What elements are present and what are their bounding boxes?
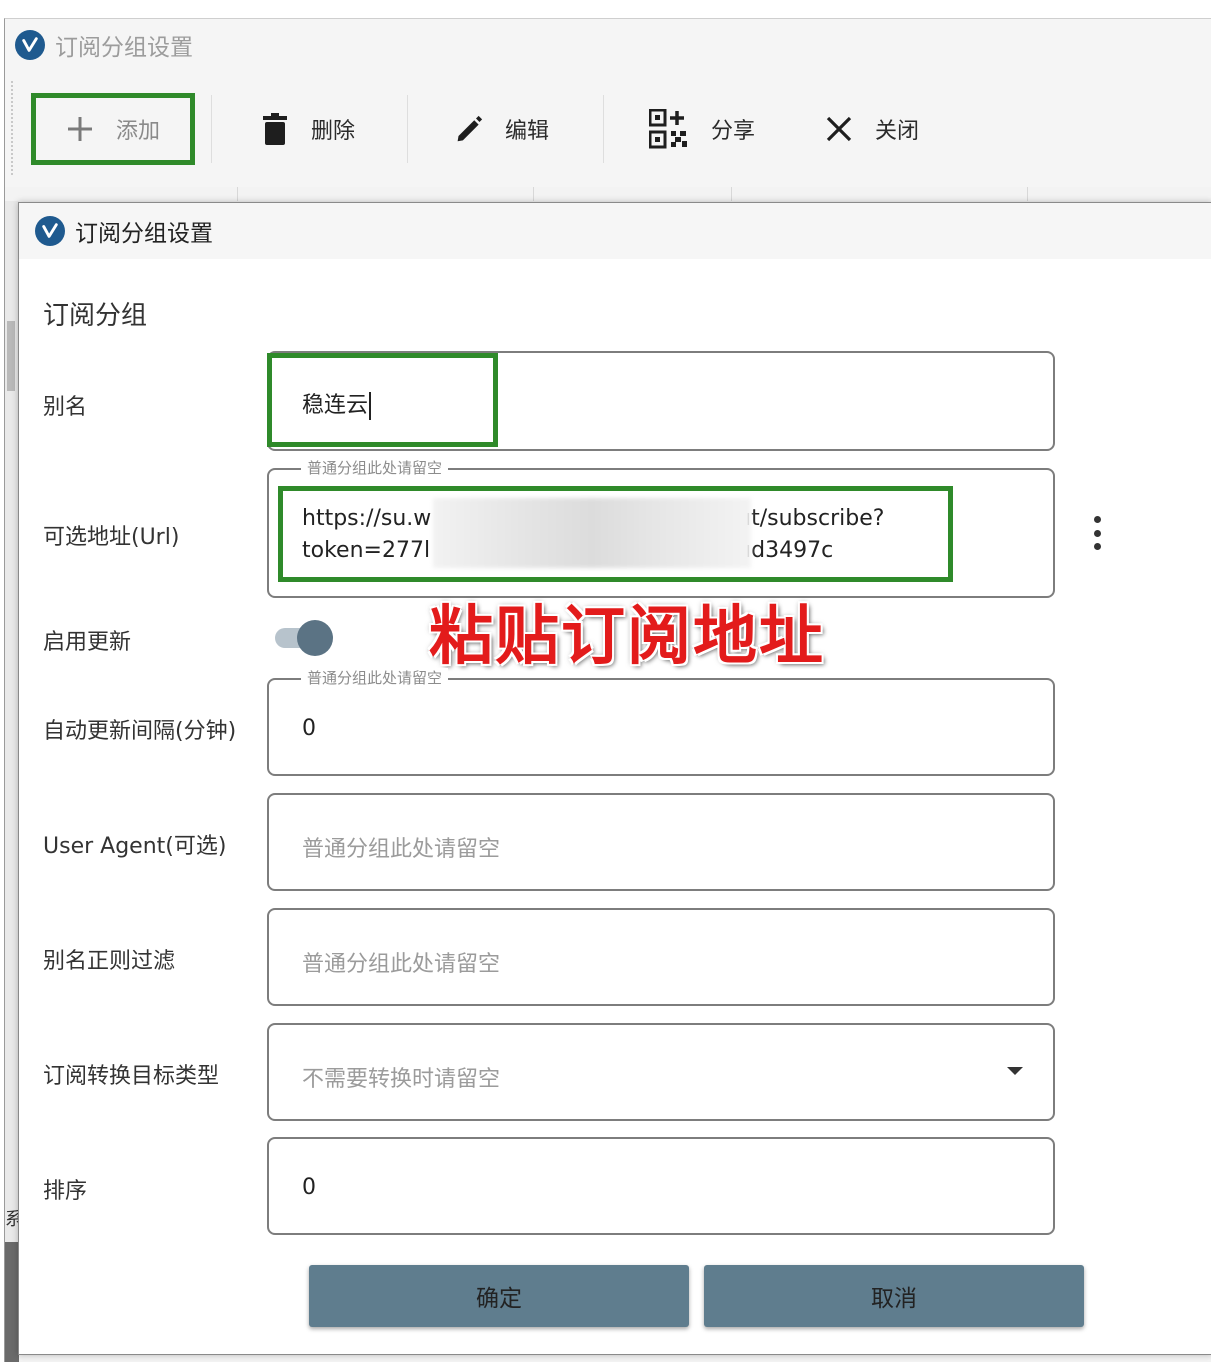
toolbar-separator <box>603 95 604 163</box>
alias-label: 别名 <box>43 395 88 420</box>
url-label: 可选地址(Url) <box>43 525 180 550</box>
dialog-titlebar: 订阅分组设置 <box>19 203 1211 259</box>
qr-add-icon <box>649 109 689 149</box>
alias-filter-input[interactable]: 普通分组此处请留空 <box>267 908 1055 1006</box>
dropdown-arrow-icon <box>1007 1067 1023 1075</box>
cancel-button[interactable]: 取消 <box>704 1265 1084 1327</box>
app-logo-icon <box>35 216 65 246</box>
alias-filter-label: 别名正则过滤 <box>43 949 176 974</box>
add-button[interactable]: 添加 <box>31 93 195 165</box>
toolbar-separator <box>211 95 212 163</box>
user-agent-input[interactable]: 普通分组此处请留空 <box>267 793 1055 891</box>
more-vert-icon[interactable] <box>1091 516 1103 550</box>
background-scrollbar-thumb[interactable] <box>7 321 15 391</box>
ok-button[interactable]: 确定 <box>309 1265 689 1327</box>
edit-button-label: 编辑 <box>505 119 550 144</box>
trash-icon <box>261 113 289 145</box>
update-interval-label: 自动更新间隔(分钟) <box>43 719 237 744</box>
delete-button[interactable]: 删除 <box>261 93 355 165</box>
sort-input[interactable]: 0 <box>267 1137 1055 1235</box>
close-button-label: 关闭 <box>875 119 920 144</box>
user-agent-label: User Agent(可选) <box>43 834 227 859</box>
share-button[interactable]: 分享 <box>649 93 755 165</box>
toolbar-separator <box>407 95 408 163</box>
convert-target-select[interactable]: 不需要转换时请留空 <box>267 1023 1055 1121</box>
background-panel <box>5 1242 19 1362</box>
pencil-icon <box>455 115 483 143</box>
convert-target-label: 订阅转换目标类型 <box>43 1064 220 1089</box>
convert-target-placeholder: 不需要转换时请留空 <box>302 1067 501 1092</box>
main-window-titlebar: 订阅分组设置 <box>5 19 1211 71</box>
close-button[interactable]: 关闭 <box>825 93 919 165</box>
annotation-caption: 粘贴订阅地址 <box>429 600 825 674</box>
update-interval-legend: 普通分组此处请留空 <box>301 668 449 688</box>
update-interval-value: 0 <box>302 716 316 741</box>
alias-highlight-box <box>267 353 498 447</box>
dialog-title: 订阅分组设置 <box>75 221 213 247</box>
toolbar: 添加 删除 编辑 分享 关闭 <box>5 71 1211 188</box>
alias-filter-placeholder: 普通分组此处请留空 <box>302 952 501 977</box>
plus-icon <box>66 115 94 143</box>
update-interval-input[interactable]: 普通分组此处请留空 0 <box>267 668 1055 776</box>
enable-update-label: 启用更新 <box>43 630 132 655</box>
edit-button[interactable]: 编辑 <box>455 93 549 165</box>
toggle-knob <box>297 620 333 656</box>
delete-button-label: 删除 <box>311 119 356 144</box>
url-legend: 普通分组此处请留空 <box>301 458 449 478</box>
app-logo-icon <box>15 30 45 60</box>
background-list-edge: 系 <box>5 201 23 1362</box>
add-button-label: 添加 <box>115 119 160 144</box>
share-button-label: 分享 <box>711 119 756 144</box>
toolbar-grip[interactable] <box>11 81 13 175</box>
main-window-title: 订阅分组设置 <box>55 35 193 61</box>
enable-update-toggle[interactable] <box>271 620 333 656</box>
close-x-icon <box>825 115 853 143</box>
background-grid-header <box>5 187 1211 201</box>
sort-value: 0 <box>302 1175 316 1200</box>
subscription-group-dialog: 订阅分组设置 订阅分组 别名 稳连云 可选地址(Url) 普通分组此处请留空 h… <box>18 202 1211 1355</box>
sort-label: 排序 <box>43 1179 88 1204</box>
section-title: 订阅分组 <box>43 301 148 331</box>
url-highlight-box <box>278 486 953 582</box>
user-agent-placeholder: 普通分组此处请留空 <box>302 837 501 862</box>
